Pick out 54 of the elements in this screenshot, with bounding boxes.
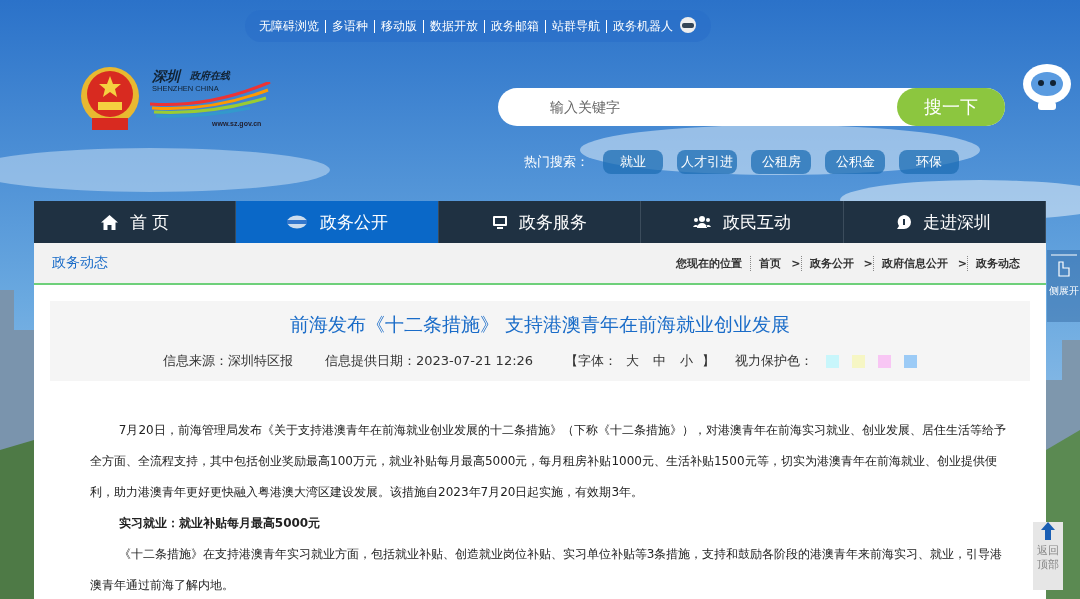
breadcrumb-link[interactable]: 政务公开 — [800, 255, 862, 271]
breadcrumb-separator: > — [862, 256, 873, 270]
hot-search-label: 热门搜索： — [524, 153, 589, 171]
top-link[interactable]: 移动版 — [381, 17, 417, 35]
breadcrumb-link[interactable]: 首页 — [750, 255, 790, 271]
location-label: 您现在的位置 — [676, 255, 744, 271]
hot-search-tag[interactable]: 环保 — [899, 150, 959, 174]
nav-tab[interactable]: 走进深圳 — [843, 201, 1047, 243]
breadcrumb-link[interactable]: 政务动态 — [967, 255, 1028, 271]
top-link[interactable]: 政务邮箱 — [491, 17, 539, 35]
nav-tab[interactable]: 政务公开 — [236, 201, 439, 243]
font-label: 【字体： — [565, 352, 618, 370]
nav-tab[interactable]: 政民互动 — [641, 201, 844, 243]
national-emblem-icon — [78, 66, 142, 132]
font-size-link[interactable]: 大 — [626, 352, 640, 370]
hot-search-tag[interactable]: 就业 — [603, 150, 663, 174]
nav-tab[interactable]: 政务服务 — [438, 201, 642, 243]
section-title: 政务动态 — [52, 254, 108, 272]
robot-icon — [679, 17, 697, 35]
people-icon — [692, 216, 711, 228]
source-text: 信息来源：深圳特区报 — [162, 352, 293, 370]
hot-search-tag[interactable]: 公租房 — [751, 150, 811, 174]
article-paragraph: 《十二条措施》在支持港澳青年实习就业方面，包括就业补贴、创造就业岗位补贴、实习单位补贴等3条措施，支持和鼓励各阶段的港澳青年来前海实习、就业，引导港澳青年通过前海了解内地。 — [90, 546, 1004, 594]
article-paragraph: 7月20日，前海管理局发布《关于支持港澳青年在前海就业创业发展的十二条措施》（下称《十二条措施》），对港澳青年在前海实习就业、创业发展、居住生活等给予全方面、全流程支持，其中包括创业奖励最高100万元，就业补贴每月最高5000元，每月租房补贴1000元、生活补贴1500元等，切实为港澳青年在前海就业、创业提供便利，助力港澳青年更好更快融入粤港澳大湾区建设发展。该措施自2023年7月20日起实施，有效期3年。 — [90, 422, 1006, 501]
date-text: 信息提供日期：2023-07-21 12:26 — [324, 352, 534, 370]
article-title: 前海发布《十二条措施》 支持港澳青年在前海就业创业发展 — [289, 312, 790, 337]
robot-mascot-icon[interactable] — [1020, 62, 1074, 110]
eye-care-label: 视力保护色： — [735, 352, 814, 370]
article-subheading: 实习就业：就业补贴每月最高5000元 — [117, 515, 322, 532]
up-arrow-icon — [1041, 522, 1055, 540]
eye-care-swatch[interactable] — [852, 354, 866, 368]
bracket-text: 】 — [702, 352, 716, 370]
top-link[interactable]: 政务机器人 — [613, 17, 673, 35]
top-link[interactable]: 站群导航 — [552, 17, 600, 35]
top-link[interactable]: 多语种 — [332, 17, 368, 35]
monitor-icon — [492, 215, 507, 229]
hot-search-tag[interactable]: 人才引进 — [677, 150, 737, 174]
eye-care-swatch[interactable] — [904, 354, 918, 368]
home-icon — [100, 214, 118, 230]
font-size-link[interactable]: 中 — [653, 352, 667, 370]
breadcrumb-separator: > — [956, 256, 967, 270]
back-to-top-button[interactable]: 返回顶部 — [1033, 522, 1063, 590]
font-size-link[interactable]: 小 — [680, 352, 694, 370]
top-link[interactable]: 无障碍浏览 — [259, 17, 319, 35]
eye-care-swatch[interactable] — [826, 354, 840, 368]
hot-search-tag[interactable]: 公积金 — [825, 150, 885, 174]
nav-tab[interactable]: 首 页 — [34, 201, 237, 243]
chat-icon — [897, 215, 912, 229]
breadcrumb-link[interactable]: 政府信息公开 — [872, 255, 956, 271]
breadcrumb-separator: > — [790, 256, 801, 270]
top-link[interactable]: 数据开放 — [430, 17, 478, 35]
side-expand-link[interactable]: 侧展开 — [1047, 250, 1080, 322]
eye-care-swatch[interactable] — [878, 354, 892, 368]
globe-icon — [286, 215, 309, 229]
